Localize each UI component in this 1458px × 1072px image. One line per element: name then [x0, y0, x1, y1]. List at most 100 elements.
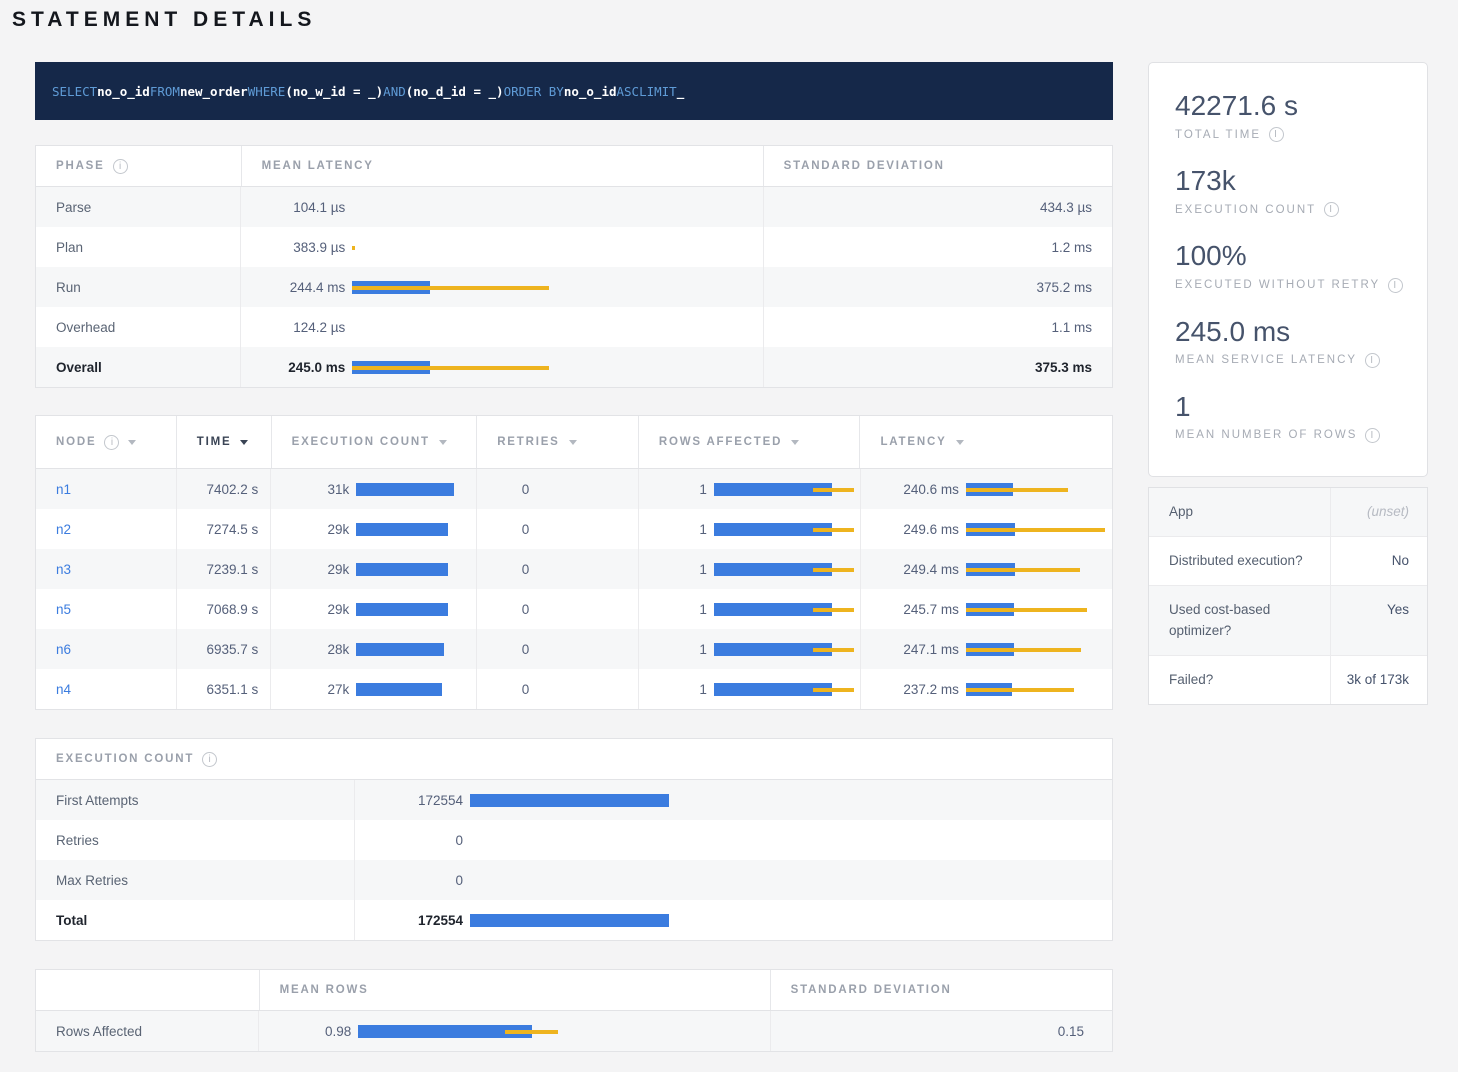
stddev-value: 375.3 ms [1035, 360, 1092, 375]
bar-stddev-line [966, 688, 1074, 692]
sort-arrow-icon[interactable] [128, 440, 136, 445]
bar-stddev-line [352, 246, 355, 250]
node-column-header-execution-count[interactable]: Execution Count [271, 416, 477, 468]
bar-stddev-line [966, 488, 1068, 492]
exec-row-bar [470, 794, 1120, 807]
details-row-label: Distributed execution? [1149, 537, 1331, 585]
sql-statement: SELECT no_o_id FROM new_order WHERE (no_… [35, 62, 1113, 120]
node-rows-affected-cell: 1 [638, 629, 860, 669]
mean-latency-value: 383.9 µs [261, 240, 345, 255]
exec-row-value-cell: 172554 [354, 900, 1112, 940]
exec-row-bar [470, 834, 1120, 847]
node-link[interactable]: n6 [56, 642, 71, 657]
info-icon[interactable] [113, 159, 128, 174]
rows-affected-value: 1 [659, 562, 707, 577]
rows-affected-value: 1 [659, 642, 707, 657]
rows-affected-bar [714, 523, 862, 536]
node-link[interactable]: n3 [56, 562, 71, 577]
info-icon[interactable] [1324, 202, 1339, 217]
sort-arrow-icon[interactable] [439, 440, 447, 445]
info-icon[interactable] [104, 435, 119, 450]
node-table-header: Node Time Execution CountRetriesRows Affec… [36, 416, 1112, 469]
node-column-header-node[interactable]: Node [36, 416, 176, 468]
exec-row-value: 0 [375, 873, 463, 888]
exec-count-value: 29k [291, 522, 349, 537]
statement-details-page: Statement Details SELECT no_o_id FROM ne… [0, 0, 1458, 1072]
summary-label: Execution Count [1175, 202, 1407, 217]
node-link[interactable]: n2 [56, 522, 71, 537]
node-row: n17402.2 s31k01240.6 ms [36, 469, 1112, 509]
exec-row-value: 172554 [375, 913, 463, 928]
node-latency-cell: 240.6 ms [860, 469, 1112, 509]
summary-label-text: Mean Number of Rows [1175, 429, 1357, 441]
retries-value: 0 [522, 602, 530, 617]
summary-item: 173k Execution Count [1175, 165, 1407, 217]
bar-stddev-line [966, 648, 1081, 652]
info-icon[interactable] [1365, 353, 1380, 368]
summary-item: 42271.6 sTotal Time [1175, 90, 1407, 142]
exec-count-value: 28k [291, 642, 349, 657]
main-column: SELECT no_o_id FROM new_order WHERE (no_… [35, 62, 1113, 1052]
rows-affected-bar [714, 563, 862, 576]
phase-row: Overall245.0 ms375.3 ms [36, 347, 1112, 387]
node-column-header-latency[interactable]: Latency [859, 416, 1112, 468]
node-column-header-rows-affected[interactable]: Rows Affected [638, 416, 860, 468]
sort-arrow-icon[interactable] [240, 440, 248, 445]
mean-rows-value: 0.98 [279, 1024, 351, 1039]
exec-count-bar [356, 683, 496, 696]
details-row: Distributed execution?No [1149, 536, 1427, 585]
node-row: n66935.7 s28k01247.1 ms [36, 629, 1112, 669]
sql-token: _ [677, 84, 685, 99]
exec-count-value: 29k [291, 562, 349, 577]
page-title: Statement Details [12, 8, 1428, 32]
summary-item: 1Mean Number of Rows [1175, 391, 1407, 443]
bar-stddev-line [966, 528, 1105, 532]
node-time-cell: 7239.1 s [176, 549, 271, 589]
phase-name: Overhead [56, 320, 115, 335]
exec-row-value-cell: 0 [354, 860, 1112, 900]
node-retries-cell: 0 [476, 469, 638, 509]
bar-stddev-line [813, 648, 854, 652]
node-latency-cell: 249.6 ms [860, 509, 1112, 549]
exec-row: Total172554 [36, 900, 1112, 940]
sort-arrow-icon[interactable] [956, 440, 964, 445]
stddev-cell: 1.1 ms [763, 307, 1112, 347]
column-header-label: Mean Rows [280, 984, 369, 996]
mean-latency-cell: 383.9 µs [240, 227, 763, 267]
column-header-label: Time [197, 436, 232, 448]
node-column-header-retries[interactable]: Retries [476, 416, 638, 468]
node-time-value: 7068.9 s [206, 602, 258, 617]
summary-value: 100% [1175, 240, 1407, 272]
phase-name-cell: Run [36, 267, 240, 307]
sort-arrow-icon[interactable] [791, 440, 799, 445]
node-retries-cell: 0 [476, 629, 638, 669]
latency-bar [966, 563, 1112, 576]
node-row: n46351.1 s27k01237.2 ms [36, 669, 1112, 709]
phase-name-cell: Overall [36, 347, 240, 387]
info-icon[interactable] [1365, 428, 1380, 443]
exec-count-bar [356, 603, 496, 616]
node-time-value: 7239.1 s [206, 562, 258, 577]
exec-row-bar [470, 914, 1120, 927]
exec-row-bar [470, 874, 1120, 887]
info-icon[interactable] [1388, 278, 1403, 293]
summary-value: 173k [1175, 165, 1407, 197]
node-stats-table: Node Time Execution CountRetriesRows Affec… [35, 415, 1113, 710]
details-row-label: Used cost-based optimizer? [1149, 586, 1331, 655]
node-column-header-time[interactable]: Time [176, 416, 271, 468]
node-link[interactable]: n5 [56, 602, 71, 617]
mean-latency-cell: 244.4 ms [240, 267, 763, 307]
summary-item: 100%Executed without Retry [1175, 240, 1407, 292]
latency-value: 237.2 ms [881, 682, 959, 697]
node-link[interactable]: n1 [56, 482, 71, 497]
info-icon[interactable] [1269, 127, 1284, 142]
info-icon[interactable] [202, 752, 217, 767]
node-latency-cell: 249.4 ms [860, 549, 1112, 589]
sql-token: (no_d_id = _) [406, 84, 504, 99]
node-link[interactable]: n4 [56, 682, 71, 697]
phase-name: Overall [56, 360, 102, 375]
sort-arrow-icon[interactable] [569, 440, 577, 445]
retries-value: 0 [522, 482, 530, 497]
stddev-cell: 375.3 ms [763, 347, 1112, 387]
phase-row: Run244.4 ms375.2 ms [36, 267, 1112, 307]
